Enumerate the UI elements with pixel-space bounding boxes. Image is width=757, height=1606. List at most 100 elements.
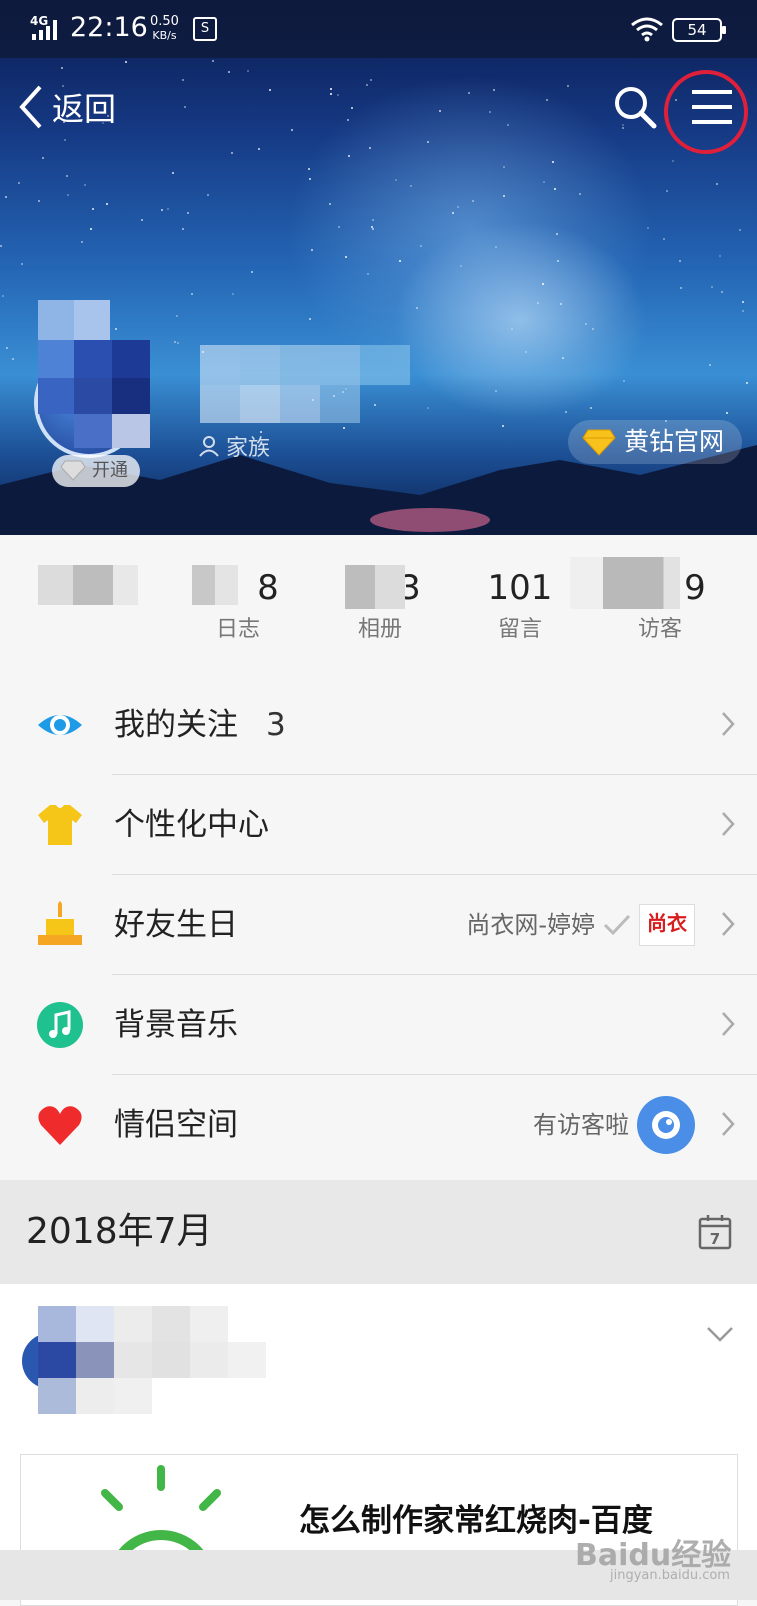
star xyxy=(329,203,331,205)
star xyxy=(663,238,665,240)
chevron-right-icon xyxy=(722,912,735,936)
star xyxy=(12,358,14,360)
menu-item-background-music[interactable]: 背景音乐 xyxy=(0,975,757,1075)
star xyxy=(38,200,40,202)
back-label: 返回 xyxy=(52,90,117,128)
menu-item-label: 个性化中心 xyxy=(114,807,269,843)
chevron-left-icon xyxy=(19,85,42,129)
star xyxy=(366,84,368,86)
star xyxy=(721,291,723,293)
star xyxy=(231,152,233,154)
star xyxy=(161,209,163,211)
star xyxy=(542,283,544,285)
star xyxy=(623,380,625,382)
menu-item-personalization[interactable]: 个性化中心 xyxy=(0,775,757,875)
battery-level: 54 xyxy=(687,21,707,39)
sim-card-icon: S xyxy=(193,17,217,41)
star xyxy=(680,287,682,289)
star xyxy=(182,79,184,81)
star xyxy=(247,70,249,72)
chevron-right-icon xyxy=(722,1012,735,1036)
back-button[interactable]: 返回 xyxy=(18,82,116,132)
network-speed: 0.50 KB/s xyxy=(150,15,179,43)
star xyxy=(647,227,649,229)
star xyxy=(716,183,718,185)
star xyxy=(42,157,44,159)
search-icon[interactable] xyxy=(612,84,658,130)
open-vip-badge[interactable]: 开通 xyxy=(52,455,140,487)
star xyxy=(141,219,143,221)
stat-item-messages[interactable]: 101 留言 xyxy=(450,567,590,643)
stat-value: 101 xyxy=(487,568,553,608)
star xyxy=(565,411,567,413)
star xyxy=(308,168,310,170)
star xyxy=(546,99,548,101)
eye-icon xyxy=(38,715,82,735)
star xyxy=(579,193,581,195)
following-count: 3 xyxy=(266,707,286,743)
star xyxy=(61,67,63,69)
star xyxy=(372,228,374,230)
yellow-diamond-site-link[interactable]: 黄钻官网 xyxy=(568,420,743,464)
star xyxy=(309,178,311,180)
visitor-eye-icon xyxy=(637,1096,695,1154)
clock: 22:16 xyxy=(70,12,148,43)
star xyxy=(309,318,311,320)
star xyxy=(184,106,186,108)
star xyxy=(251,271,253,273)
heart-icon xyxy=(38,1106,82,1145)
star xyxy=(495,246,497,248)
chevron-down-icon[interactable] xyxy=(706,1326,734,1342)
star xyxy=(746,382,748,384)
stat-item-blog[interactable]: 8 日志 xyxy=(168,567,308,643)
speed-unit: KB/s xyxy=(152,29,177,42)
menu-item-following[interactable]: 我的关注 3 xyxy=(0,675,757,775)
star xyxy=(338,226,340,228)
star xyxy=(562,357,564,359)
family-link[interactable]: 家族 xyxy=(198,430,270,462)
birthday-friend: 尚衣网-婷婷 尚衣 xyxy=(466,875,695,975)
menu-item-couple-space[interactable]: 情侣空间 有访客啦 xyxy=(0,1075,757,1175)
month-header: 2018年7月 7 xyxy=(0,1180,757,1284)
star xyxy=(372,219,374,221)
signal-icon: 4G xyxy=(30,14,57,40)
star xyxy=(503,166,505,168)
star xyxy=(106,203,108,205)
star xyxy=(525,351,527,353)
star xyxy=(439,110,441,112)
menu-item-friend-birthday[interactable]: 好友生日 尚衣网-婷婷 尚衣 xyxy=(0,875,757,975)
star xyxy=(672,160,674,162)
star xyxy=(167,208,169,210)
star xyxy=(187,212,189,214)
star xyxy=(719,255,721,257)
menu-item-label: 情侣空间 xyxy=(114,1107,238,1143)
star xyxy=(18,182,20,184)
stats-bar: 8 日志 3 相册 101 留言 9 访客 xyxy=(0,535,757,676)
star xyxy=(495,390,497,392)
stat-value: 8 xyxy=(257,568,279,608)
post-author-redacted[interactable] xyxy=(20,1306,280,1416)
star xyxy=(369,147,371,149)
star xyxy=(337,94,339,96)
star xyxy=(348,155,350,157)
calendar-icon[interactable]: 7 xyxy=(698,1214,732,1250)
star xyxy=(590,407,592,409)
baidu-watermark-url: jingyan.baidu.com xyxy=(610,1568,730,1583)
couple-visitor-notice: 有访客啦 xyxy=(533,1075,695,1175)
stat-label: 留言 xyxy=(497,617,542,642)
star xyxy=(420,245,422,247)
redaction-mosaic xyxy=(345,565,405,609)
family-icon xyxy=(199,436,219,457)
star xyxy=(367,273,369,275)
star xyxy=(739,229,741,231)
diamond-icon xyxy=(60,460,86,481)
star xyxy=(6,347,8,349)
star xyxy=(460,265,462,267)
username-redacted xyxy=(200,345,410,423)
star xyxy=(351,107,353,109)
star xyxy=(347,119,349,121)
star xyxy=(452,212,454,214)
avatar[interactable] xyxy=(30,300,180,460)
stat-label: 访客 xyxy=(637,617,682,642)
open-badge-label: 开通 xyxy=(92,460,128,481)
